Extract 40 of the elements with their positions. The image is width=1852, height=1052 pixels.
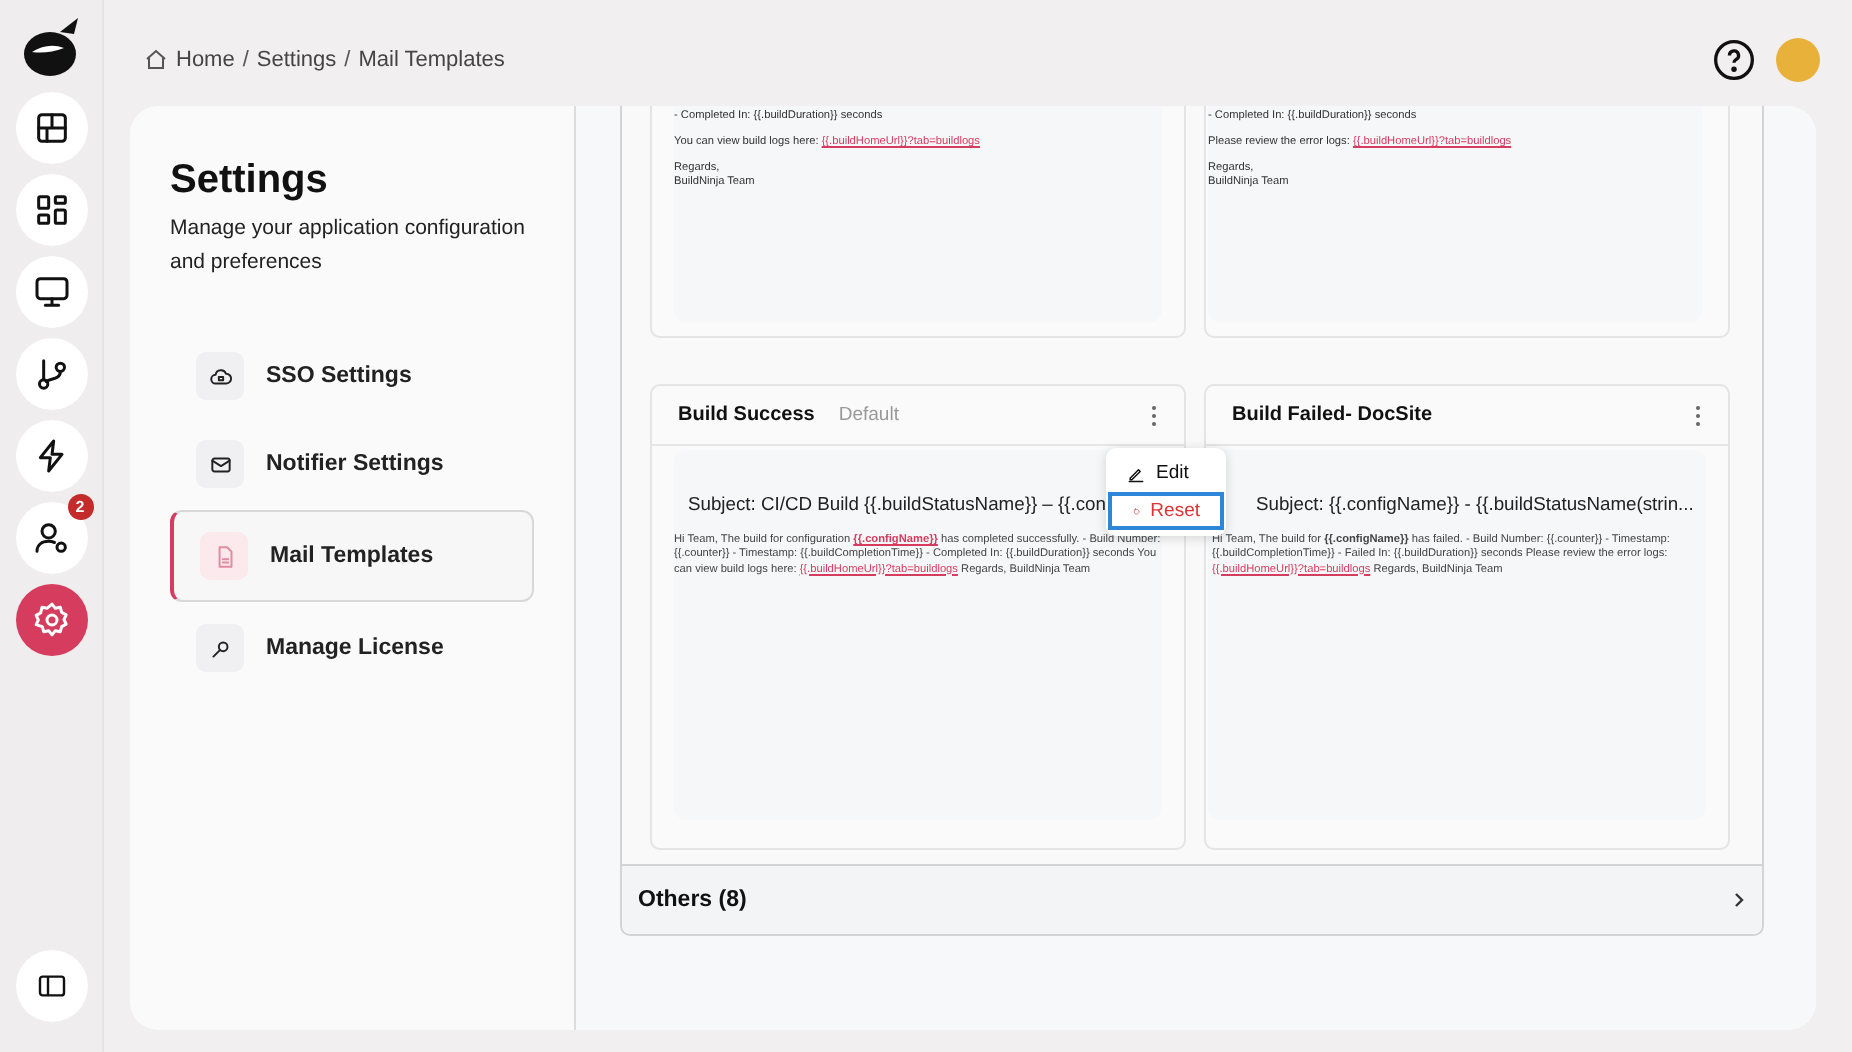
nav-rail-button[interactable] (15, 420, 87, 492)
ninja-logo-icon (19, 16, 83, 80)
breadcrumb-separator: / (242, 47, 249, 71)
grid-icon (31, 190, 71, 230)
notification-badge: 2 (67, 494, 93, 520)
settings-nav-item[interactable]: Manage License (170, 604, 534, 692)
settings-nav-item[interactable]: SSO Settings (170, 332, 534, 420)
settings-icon (31, 600, 71, 640)
settings-nav-item[interactable]: Notifier Settings (170, 420, 534, 508)
email-subject: Subject: CI/CD Build {{.buildStatusName}} – {{.con (688, 490, 1106, 518)
breadcrumb-link[interactable]: Settings (256, 47, 337, 71)
sidebar-toggle-button[interactable] (15, 950, 87, 1022)
email-subject: Subject: {{.configName}} - {{.buildStatusName(strin... (1254, 490, 1694, 518)
chevron-right-icon (1734, 892, 1746, 908)
help-icon[interactable] (1712, 37, 1756, 81)
nav-rail-button[interactable] (15, 256, 87, 328)
settings-nav-item[interactable]: Mail Templates (170, 510, 534, 602)
others-section-header[interactable]: Others (8) (622, 864, 1762, 934)
default-label: Default (838, 404, 899, 426)
template-title: Build Failed- DocSite (1232, 404, 1433, 426)
sidebar-toggle-icon (35, 970, 67, 1002)
breadcrumb-link[interactable]: Home (176, 47, 235, 71)
more-options-icon[interactable] (1694, 403, 1702, 427)
more-options-icon[interactable] (1150, 403, 1158, 427)
page-title: Settings (170, 158, 330, 204)
template-title: Build Success (678, 404, 815, 426)
breadcrumb-separator: / (344, 47, 351, 71)
menu-item[interactable]: Edit (1106, 454, 1226, 492)
nav-rail-button[interactable] (15, 174, 87, 246)
home-icon (144, 47, 168, 71)
monitor-icon (31, 272, 71, 312)
dashboard-icon (31, 108, 71, 148)
nav-rail-button[interactable] (15, 92, 87, 164)
breadcrumb-link[interactable]: Mail Templates (358, 47, 505, 71)
page-description: Manage your application configuration and preferences (170, 214, 527, 278)
pencil-icon (1126, 463, 1146, 483)
menu-item[interactable]: Reset (1108, 492, 1224, 530)
user-gear-icon (31, 518, 71, 558)
nav-rail-button[interactable] (15, 338, 87, 410)
cloud-icon (207, 363, 233, 389)
